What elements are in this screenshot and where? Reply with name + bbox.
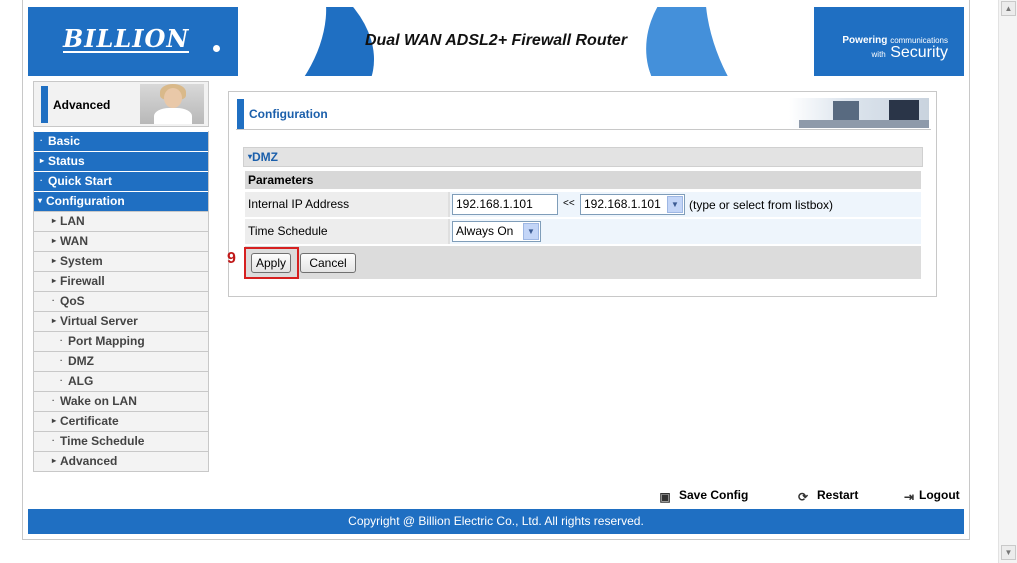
nav-wan[interactable]: ▸ WAN: [34, 231, 208, 251]
logout-icon: ⇥: [903, 490, 915, 504]
nav-system[interactable]: ▸ System: [34, 251, 208, 271]
nav-time-schedule[interactable]: · Time Schedule: [34, 431, 208, 451]
nav-qos[interactable]: · QoS: [34, 291, 208, 311]
mode-label: Advanced: [53, 98, 111, 112]
parameters-heading: Parameters: [245, 171, 921, 189]
content-panel: Configuration ▾DMZ Parameters Internal I…: [228, 91, 937, 297]
nav-certificate[interactable]: ▸ Certificate: [34, 411, 208, 431]
nav-alg[interactable]: · ALG: [34, 371, 208, 391]
product-title: Dual WAN ADSL2+ Firewall Router: [364, 32, 628, 49]
time-schedule-select[interactable]: Always On ▼: [452, 221, 541, 242]
nav-firewall[interactable]: ▸ Firewall: [34, 271, 208, 291]
nav-virtual-server[interactable]: ▸ Virtual Server: [34, 311, 208, 331]
step-number: 9: [227, 250, 236, 267]
nav-status[interactable]: ▸ Status: [34, 151, 208, 171]
nav-lan[interactable]: ▸ LAN: [34, 211, 208, 231]
office-photo: [789, 98, 929, 128]
nav-advanced[interactable]: ▸ Advanced: [34, 451, 208, 471]
copyright-text: Copyright @ Billion Electric Co., Ltd. A…: [348, 514, 644, 528]
nav-quick-start[interactable]: · Quick Start: [34, 171, 208, 191]
chevron-down-icon: ▼: [667, 196, 683, 213]
page-title: Configuration: [249, 107, 328, 121]
tagline: Powering communications with Security: [842, 35, 948, 61]
cancel-button[interactable]: Cancel: [300, 253, 356, 273]
schedule-label: Time Schedule: [245, 219, 448, 244]
header-banner: BILLION Dual WAN ADSL2+ Firewall Router …: [28, 7, 964, 76]
footer-bar: Copyright @ Billion Electric Co., Ltd. A…: [28, 509, 964, 534]
ip-label: Internal IP Address: [245, 192, 448, 217]
nav-wake-on-lan[interactable]: · Wake on LAN: [34, 391, 208, 411]
ip-row: Internal IP Address 192.168.1.101 << 192…: [245, 192, 921, 217]
nav-basic[interactable]: · Basic: [34, 131, 208, 151]
nav-configuration[interactable]: ▾ Configuration: [34, 191, 208, 211]
content-header: Configuration: [236, 98, 931, 130]
mode-header: Advanced: [33, 81, 209, 127]
save-config-link[interactable]: ▣ Save Config: [657, 488, 748, 504]
restart-icon: ⟳: [797, 490, 809, 504]
nav-dmz[interactable]: · DMZ: [34, 351, 208, 371]
ip-listbox[interactable]: 192.168.1.101 ▼: [580, 194, 685, 215]
vertical-scrollbar[interactable]: ▲ ▼: [998, 0, 1017, 563]
dmz-form: ▾DMZ Parameters Internal IP Address 192.…: [243, 147, 923, 279]
nav-port-mapping[interactable]: · Port Mapping: [34, 331, 208, 351]
chevron-down-icon: ▼: [523, 223, 539, 240]
dmz-section-header[interactable]: ▾DMZ: [243, 147, 923, 167]
restart-link[interactable]: ⟳ Restart: [795, 488, 858, 504]
button-row: Apply Cancel: [245, 246, 921, 279]
apply-highlight-box: [244, 247, 299, 279]
scroll-up-icon[interactable]: ▲: [1001, 1, 1016, 16]
ip-separator: <<: [563, 198, 575, 209]
support-photo: [140, 84, 204, 124]
scroll-down-icon[interactable]: ▼: [1001, 545, 1016, 560]
floppy-disk-icon: ▣: [659, 490, 671, 504]
sidebar-nav: · Basic ▸ Status · Quick Start ▾ Configurati…: [33, 131, 209, 472]
logout-link[interactable]: ⇥ Logout: [901, 488, 960, 504]
ip-hint: (type or select from listbox): [689, 198, 834, 212]
ip-address-input[interactable]: 192.168.1.101: [452, 194, 558, 215]
schedule-row: Time Schedule Always On ▼: [245, 219, 921, 244]
